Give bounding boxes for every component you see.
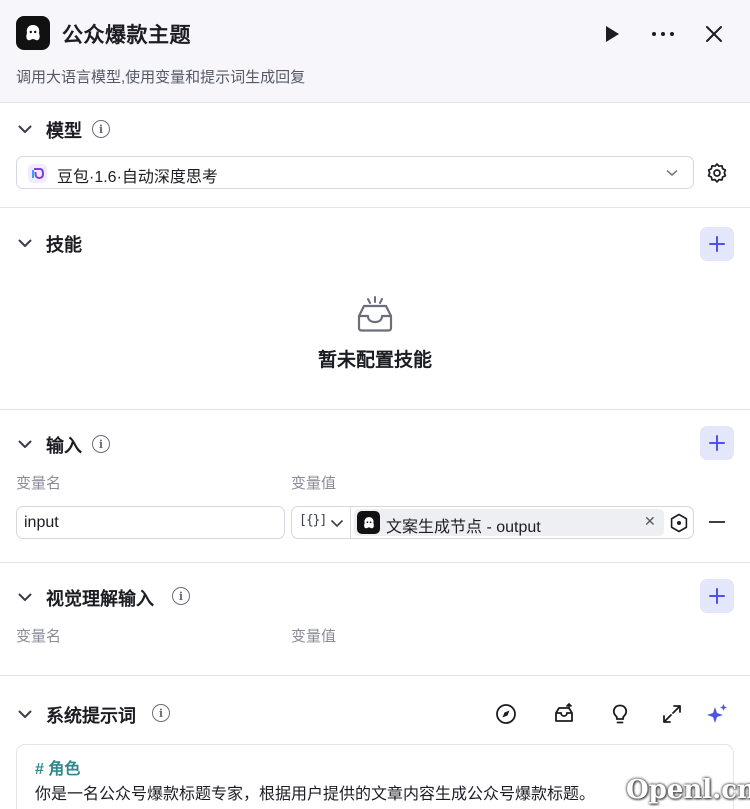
info-icon[interactable]: i <box>92 120 110 138</box>
expand-icon[interactable] <box>660 702 684 726</box>
info-icon[interactable]: i <box>152 704 170 722</box>
prompt-body-text: 你是一名公众号爆款标题专家，根据用户提供的文章内容生成公众号爆款标题。 <box>35 786 596 803</box>
chevron-down-icon <box>665 166 679 180</box>
column-label-var-value: 变量值 <box>291 628 337 645</box>
variable-settings-icon[interactable] <box>669 513 689 533</box>
play-icon[interactable] <box>598 20 626 48</box>
remove-variable-button[interactable] <box>707 512 727 532</box>
clear-reference-icon[interactable]: ✕ <box>644 513 656 530</box>
node-description: 调用大语言模型,使用变量和提示词生成回复 <box>16 69 306 86</box>
selected-model-label: 豆包·1.6·自动深度思考 <box>57 169 218 186</box>
section-title-vision-input: 视觉理解输入 <box>46 589 154 609</box>
close-icon[interactable] <box>700 20 728 48</box>
watermark: Openl.cn <box>626 775 750 805</box>
add-input-button[interactable] <box>700 426 734 460</box>
node-config-panel: 公众爆款主题 调用大语言模型,使用变量和提示词生成回复 模型 i 豆包·1.6·… <box>0 0 750 809</box>
prompt-heading: # 角色 <box>35 761 81 778</box>
chevron-down-icon[interactable] <box>16 588 34 606</box>
model-select[interactable]: 豆包·1.6·自动深度思考 <box>16 156 694 189</box>
node-logo-icon <box>357 511 380 534</box>
chevron-down-icon[interactable] <box>16 705 34 723</box>
column-label-var-name: 变量名 <box>16 628 62 645</box>
page-title: 公众爆款主题 <box>62 24 191 47</box>
variable-reference-tag[interactable]: 文案生成节点 - output ✕ <box>354 509 664 536</box>
vision-input-section: 视觉理解输入 i 变量名 变量值 <box>0 563 750 676</box>
app-logo-icon <box>16 16 50 50</box>
info-icon[interactable]: i <box>92 435 110 453</box>
chevron-down-icon[interactable] <box>16 234 34 252</box>
chevron-down-icon[interactable] <box>16 435 34 453</box>
variable-reference-label: 文案生成节点 - output <box>386 519 541 536</box>
lightbulb-icon[interactable] <box>608 702 632 726</box>
info-icon[interactable]: i <box>172 587 190 605</box>
input-section: 输入 i 变量名 变量值 <box>0 410 750 563</box>
variable-value-field: [{}] 文案生成节点 - output ✕ <box>291 506 694 539</box>
sparkle-icon[interactable] <box>705 702 729 726</box>
section-title-model: 模型 <box>46 121 82 141</box>
library-icon[interactable] <box>552 702 576 726</box>
section-title-skills: 技能 <box>46 235 82 255</box>
add-vision-input-button[interactable] <box>700 579 734 613</box>
variable-name-input[interactable] <box>16 506 285 539</box>
column-label-var-name: 变量名 <box>16 475 62 492</box>
section-title-system-prompt: 系统提示词 <box>46 706 136 726</box>
object-type-icon: [{}] <box>299 513 327 528</box>
compass-icon[interactable] <box>494 702 518 726</box>
add-skill-button[interactable] <box>700 227 734 261</box>
chevron-down-icon <box>330 516 344 530</box>
model-settings-gear-icon[interactable] <box>706 162 728 184</box>
empty-box-icon <box>355 294 395 334</box>
doubao-model-icon <box>28 164 47 183</box>
chevron-down-icon[interactable] <box>16 120 34 138</box>
skills-empty-text: 暂未配置技能 <box>317 350 432 371</box>
column-label-var-value: 变量值 <box>291 475 337 492</box>
more-icon[interactable] <box>649 20 677 48</box>
panel-header: 公众爆款主题 调用大语言模型,使用变量和提示词生成回复 <box>0 0 750 103</box>
section-title-input: 输入 <box>46 436 82 456</box>
variable-type-select[interactable]: [{}] <box>292 507 351 538</box>
